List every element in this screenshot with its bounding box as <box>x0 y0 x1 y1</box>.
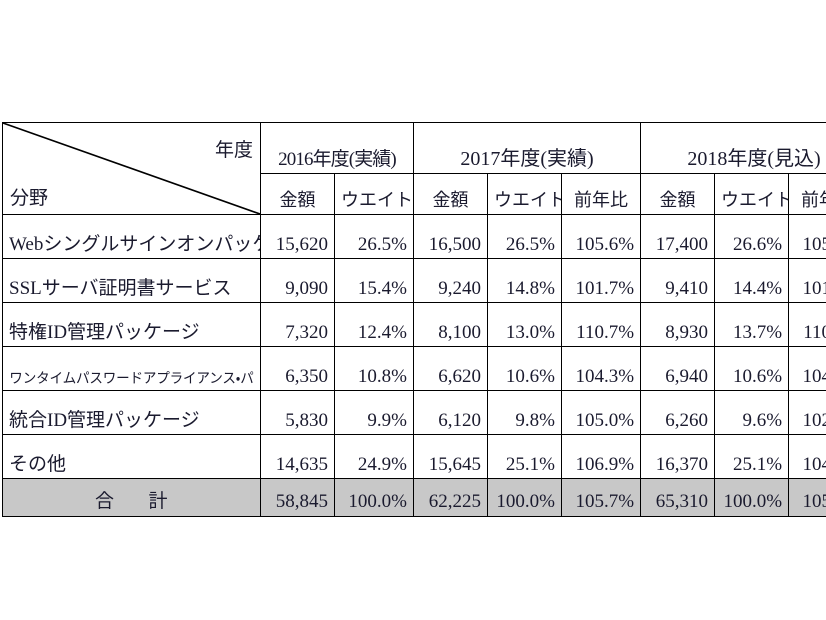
row-category: その他 <box>2 434 261 479</box>
table-row: ワンタイムパスワードアプライアンス・パッケージ・サービス 6,350 10.8%… <box>2 346 826 391</box>
cell-2018-weight: 9.6% <box>714 390 790 435</box>
cell-2017-yoy: 104.3% <box>560 346 642 391</box>
col-header-2017-weight: ウエイト <box>487 173 562 215</box>
cell-2017-weight: 26.5% <box>487 214 562 259</box>
cell-2017-amount: 8,100 <box>413 302 488 347</box>
total-2017-weight: 100.0% <box>487 478 562 517</box>
row-category: 統合ID管理パッケージ <box>2 390 261 435</box>
cell-2016-amount: 14,635 <box>260 434 335 479</box>
cell-2018-weight: 25.1% <box>714 434 790 479</box>
col-header-2016-amount: 金額 <box>260 173 335 215</box>
total-2018-yoy: 105.0% <box>788 478 826 517</box>
cell-2018-yoy: 101.8% <box>788 258 826 303</box>
col-header-2018-yoy: 前年比 <box>788 173 826 215</box>
cell-2017-weight: 13.0% <box>487 302 562 347</box>
col-header-2018-weight: ウエイト <box>714 173 790 215</box>
cell-2018-yoy: 104.8% <box>788 346 826 391</box>
cell-2016-weight: 9.9% <box>334 390 414 435</box>
cell-2017-weight: 25.1% <box>487 434 562 479</box>
cell-2017-weight: 10.6% <box>487 346 562 391</box>
cell-2018-amount: 6,260 <box>640 390 716 435</box>
cell-2018-amount: 9,410 <box>640 258 716 303</box>
cell-2018-weight: 10.6% <box>714 346 790 391</box>
total-label-second: 計 <box>148 491 169 512</box>
cell-2018-amount: 6,940 <box>640 346 716 391</box>
total-2016-weight: 100.0% <box>334 478 414 517</box>
table-row: SSLサーバ証明書サービス 9,090 15.4% 9,240 14.8% 10… <box>2 258 826 303</box>
cell-2018-amount: 8,930 <box>640 302 716 347</box>
cell-2017-yoy: 106.9% <box>560 434 642 479</box>
total-2016-amount: 58,845 <box>260 478 335 517</box>
header-row-years: 年度 分野 2016年度(実績) 2017年度(実績) 2018年度(見込) <box>2 122 826 215</box>
row-category: Webシングルサインオンパッケージ <box>2 214 261 259</box>
total-label-first: 合 <box>94 491 115 512</box>
cell-2018-yoy: 110.2% <box>788 302 826 347</box>
row-category: 特権ID管理パッケージ <box>2 302 261 347</box>
cell-2018-amount: 16,370 <box>640 434 716 479</box>
cell-2017-amount: 9,240 <box>413 258 488 303</box>
total-2017-yoy: 105.7% <box>560 478 642 517</box>
corner-header-cell: 年度 分野 <box>2 122 261 215</box>
corner-field-label: 分野 <box>10 188 49 209</box>
cell-2018-weight: 14.4% <box>714 258 790 303</box>
cell-2016-amount: 7,320 <box>260 302 335 347</box>
cell-2017-yoy: 105.0% <box>560 390 642 435</box>
cell-2017-amount: 6,620 <box>413 346 488 391</box>
total-label: 合計 <box>2 478 261 517</box>
cell-2018-yoy: 102.3% <box>788 390 826 435</box>
cell-2016-weight: 12.4% <box>334 302 414 347</box>
total-2018-amount: 65,310 <box>640 478 716 517</box>
col-header-2017-amount: 金額 <box>413 173 488 215</box>
cell-2017-weight: 14.8% <box>487 258 562 303</box>
cell-2016-amount: 6,350 <box>260 346 335 391</box>
cell-2017-amount: 16,500 <box>413 214 488 259</box>
group-header-2017: 2017年度(実績) <box>412 122 642 174</box>
cell-2017-weight: 9.8% <box>487 390 562 435</box>
group-header-2016: 2016年度(実績) <box>260 122 414 174</box>
cell-2018-weight: 13.7% <box>714 302 790 347</box>
table-total-row: 合計 58,845 100.0% 62,225 100.0% 105.7% 65… <box>2 478 826 517</box>
row-category: SSLサーバ証明書サービス <box>2 258 261 303</box>
cell-2016-weight: 26.5% <box>334 214 414 259</box>
cell-2017-amount: 6,120 <box>413 390 488 435</box>
col-header-2017-yoy: 前年比 <box>560 173 642 215</box>
cell-2016-weight: 10.8% <box>334 346 414 391</box>
cell-2018-amount: 17,400 <box>640 214 716 259</box>
table-row: Webシングルサインオンパッケージ 15,620 26.5% 16,500 26… <box>2 214 826 259</box>
cell-2016-amount: 15,620 <box>260 214 335 259</box>
cell-2018-yoy: 104.6% <box>788 434 826 479</box>
cell-2017-yoy: 110.7% <box>560 302 642 347</box>
table-row: 特権ID管理パッケージ 7,320 12.4% 8,100 13.0% 110.… <box>2 302 826 347</box>
cell-2017-yoy: 105.6% <box>560 214 642 259</box>
group-header-2018: 2018年度(見込) <box>640 122 826 174</box>
cell-2017-amount: 15,645 <box>413 434 488 479</box>
market-size-table-container: 年度 分野 2016年度(実績) 2017年度(実績) 2018年度(見込) 金… <box>2 122 826 517</box>
total-2017-amount: 62,225 <box>413 478 488 517</box>
table-row: その他 14,635 24.9% 15,645 25.1% 106.9% 16,… <box>2 434 826 479</box>
cell-2018-yoy: 105.5% <box>788 214 826 259</box>
cell-2018-weight: 26.6% <box>714 214 790 259</box>
cell-2016-weight: 24.9% <box>334 434 414 479</box>
col-header-2016-weight: ウエイト <box>334 173 414 215</box>
row-category: ワンタイムパスワードアプライアンス・パッケージ・サービス <box>2 346 254 391</box>
table-row: 統合ID管理パッケージ 5,830 9.9% 6,120 9.8% 105.0%… <box>2 390 826 435</box>
market-size-table: 年度 分野 2016年度(実績) 2017年度(実績) 2018年度(見込) 金… <box>2 122 826 517</box>
cell-2016-amount: 9,090 <box>260 258 335 303</box>
col-header-2018-amount: 金額 <box>640 173 716 215</box>
corner-year-label: 年度 <box>214 140 253 161</box>
cell-2017-yoy: 101.7% <box>560 258 642 303</box>
cell-2016-amount: 5,830 <box>260 390 335 435</box>
total-2018-weight: 100.0% <box>714 478 790 517</box>
cell-2016-weight: 15.4% <box>334 258 414 303</box>
